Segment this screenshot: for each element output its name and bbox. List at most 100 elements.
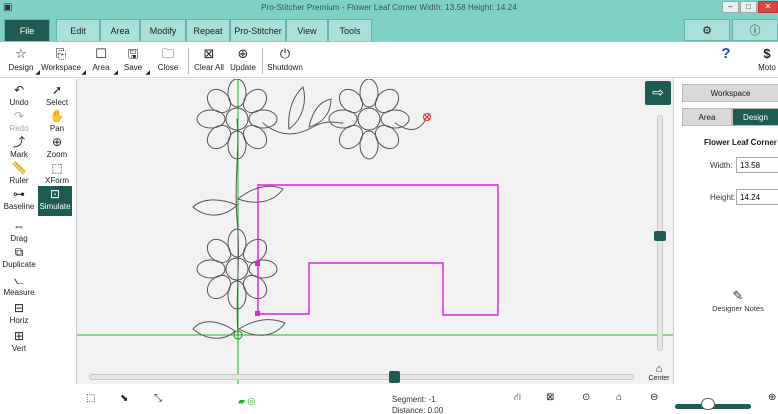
tab-workspace[interactable]: Workspace bbox=[682, 84, 778, 102]
update-button[interactable]: ⊕ Update bbox=[228, 45, 258, 72]
maximize-icon[interactable]: □ bbox=[740, 1, 757, 13]
clear-icon: ⊠ bbox=[203, 46, 215, 61]
design-canvas[interactable]: ⇨ ⌂ Center bbox=[76, 79, 673, 384]
distance-text: Distance: 0.00 bbox=[392, 406, 444, 414]
hand-icon: ✋ bbox=[49, 109, 65, 123]
zoom-slider-knob[interactable] bbox=[701, 398, 715, 410]
design-button[interactable]: ☆ Design ◢ bbox=[6, 45, 40, 76]
measure-button[interactable]: ⦦ Measure bbox=[2, 272, 36, 297]
tab-area-panel[interactable]: Area bbox=[682, 108, 732, 126]
leaf-5 bbox=[192, 321, 236, 339]
close-icon[interactable]: ✕ bbox=[758, 1, 778, 13]
zoom-out-icon[interactable]: ⊖ bbox=[650, 392, 658, 403]
tab-tools[interactable]: Tools bbox=[328, 19, 372, 41]
image-icon[interactable]: ⊠ bbox=[546, 392, 554, 403]
height-field[interactable] bbox=[736, 189, 778, 205]
info-icon: ⓘ bbox=[749, 25, 761, 37]
drag-button[interactable]: ⇔ Drag bbox=[2, 218, 36, 243]
folder-icon: 🗀 bbox=[161, 46, 175, 61]
center-button[interactable]: ⌂ Center bbox=[646, 363, 672, 384]
help-button[interactable]: ? bbox=[716, 45, 736, 63]
tab-pro-stitcher[interactable]: Pro-Stitcher bbox=[230, 19, 286, 41]
area-button[interactable]: ☐ Area ◢ bbox=[88, 45, 118, 76]
path-icon[interactable]: ⛙ bbox=[514, 392, 521, 405]
baseline-button[interactable]: ⊶ Baseline bbox=[2, 186, 36, 211]
leaf-6 bbox=[238, 319, 286, 336]
redo-button[interactable]: ↷ Redo bbox=[2, 108, 36, 133]
ruler-icon: 📏 bbox=[11, 161, 27, 175]
notes-icon: ✎ bbox=[732, 288, 744, 303]
horizontal-slider-knob[interactable] bbox=[389, 371, 401, 383]
clear-all-button[interactable]: ⊠ Clear All bbox=[192, 45, 226, 72]
minimize-icon[interactable]: – bbox=[722, 1, 739, 13]
menu-tab-bar: File Edit Area Modify Repeat Pro-Stitche… bbox=[0, 16, 778, 42]
leaf-3 bbox=[192, 199, 238, 216]
undo-button[interactable]: ↶ Undo bbox=[2, 82, 36, 107]
zoom-icon: ⊕ bbox=[51, 135, 63, 149]
arrow-right-icon: ⇨ bbox=[652, 84, 664, 100]
designer-notes-button[interactable]: ✎ Designer Notes bbox=[698, 288, 778, 313]
tail-stem bbox=[394, 120, 426, 130]
segment-text: Segment: -1 bbox=[392, 395, 436, 404]
design-drawing bbox=[77, 79, 673, 384]
cursor-arrow-icon[interactable]: ⬚ bbox=[86, 393, 95, 404]
vertical-slider-knob[interactable] bbox=[654, 231, 666, 242]
bottom-toolbar: ⬚ ⬊ ⤡ ▰ ◎ Segment: -1 Distance: 0.00 ⛙ ⊠… bbox=[76, 384, 778, 414]
horiz-button[interactable]: ⊟ Horiz bbox=[2, 300, 36, 325]
baseline-icon: ⊶ bbox=[13, 187, 25, 201]
window-title: Pro-Stitcher Premium - Flower Leaf Corne… bbox=[261, 3, 517, 12]
title-bar: ▣ Pro-Stitcher Premium - Flower Leaf Cor… bbox=[0, 0, 778, 16]
zoom-fit-icon[interactable]: ⊙ bbox=[582, 392, 590, 403]
duplicate-button[interactable]: ⧉ Duplicate bbox=[2, 244, 36, 269]
dollar-icon: $ bbox=[763, 46, 771, 61]
pan-button[interactable]: ✋ Pan bbox=[40, 108, 74, 133]
mark-icon: ⤴ bbox=[12, 135, 25, 149]
move-down-right-icon[interactable]: ⬊ bbox=[120, 393, 128, 404]
xform-icon: ⬚ bbox=[51, 161, 63, 175]
ruler-button[interactable]: 📏 Ruler bbox=[2, 160, 36, 185]
close-button[interactable]: 🗀 Close bbox=[154, 45, 182, 72]
save-button[interactable]: 🖫 Save ◢ bbox=[120, 45, 150, 76]
xform-button[interactable]: ⬚ XForm bbox=[40, 160, 74, 185]
tab-view[interactable]: View bbox=[286, 19, 328, 41]
zoom-button[interactable]: ⊕ Zoom bbox=[40, 134, 74, 159]
help-icon: ? bbox=[721, 45, 731, 62]
duplicate-icon: ⧉ bbox=[14, 245, 24, 259]
tab-edit[interactable]: Edit bbox=[56, 19, 100, 41]
simulate-button[interactable]: ⊡ Simulate bbox=[38, 186, 72, 216]
file-toolbar: ☆ Design ◢ ⎘ Workspace ◢ ☐ Area ◢ 🖫 Save ◢ 🗀… bbox=[0, 42, 778, 78]
vert-button[interactable]: ⊞ Vert bbox=[2, 328, 36, 353]
tab-area[interactable]: Area bbox=[100, 19, 140, 41]
area-outline bbox=[257, 184, 499, 316]
battery-status-icon: ▰ ◎ bbox=[238, 396, 256, 406]
horizontal-scroll-slider[interactable] bbox=[89, 371, 634, 383]
tab-modify[interactable]: Modify bbox=[140, 19, 186, 41]
tab-design-panel[interactable]: Design bbox=[732, 108, 778, 126]
area-handle-2 bbox=[255, 311, 260, 316]
info-button[interactable]: ⓘ bbox=[732, 19, 778, 41]
gear-icon: ⚙ bbox=[702, 25, 712, 37]
tab-repeat[interactable]: Repeat bbox=[186, 19, 230, 41]
workspace-button[interactable]: ⎘ Workspace ◢ bbox=[40, 45, 86, 76]
shutdown-button[interactable]: ⏻ Shutdown bbox=[266, 45, 304, 72]
leaf-4 bbox=[236, 185, 284, 203]
left-tool-panel: ↶ Undo ➚ Select ↷ Redo ✋ Pan ⤴ Mark ⊕ Zoom 📏 Ru… bbox=[0, 78, 76, 414]
leaf-2 bbox=[308, 98, 332, 128]
move-diagonal-icon[interactable]: ⤡ bbox=[154, 393, 162, 404]
mark-button[interactable]: ⤴ Mark bbox=[2, 134, 36, 159]
redo-icon: ↷ bbox=[13, 109, 25, 123]
collapse-panel-button[interactable]: ⇨ bbox=[645, 81, 671, 105]
home-view-icon[interactable]: ⌂ bbox=[616, 392, 622, 403]
width-field[interactable] bbox=[736, 157, 778, 173]
vertical-scroll-slider[interactable] bbox=[654, 115, 666, 351]
motor-button[interactable]: $ Moto bbox=[754, 45, 778, 72]
tab-file[interactable]: File bbox=[4, 19, 50, 41]
measure-icon: ⦦ bbox=[14, 273, 24, 287]
select-button[interactable]: ➚ Select bbox=[40, 82, 74, 107]
settings-button[interactable]: ⚙ bbox=[684, 19, 730, 41]
zoom-in-icon[interactable]: ⊕ bbox=[768, 392, 776, 403]
workspace-icon: ⎘ bbox=[55, 46, 67, 61]
width-label: Width: bbox=[710, 161, 733, 170]
area-icon: ☐ bbox=[95, 46, 107, 61]
window-controls: – □ ✕ bbox=[722, 1, 778, 13]
